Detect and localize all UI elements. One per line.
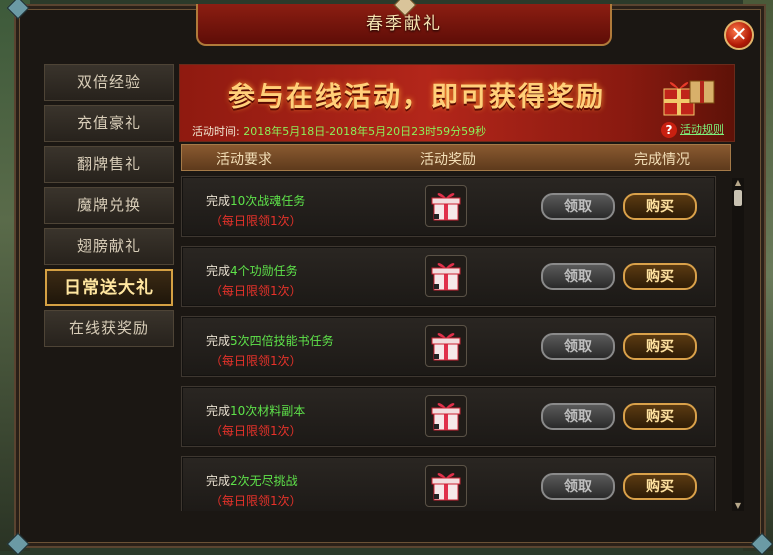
event-time-label: 活动时间: [192, 125, 240, 138]
task-prefix: 完成 [206, 194, 231, 208]
close-icon: ✕ [730, 22, 748, 46]
claim-button[interactable]: 领取 [541, 333, 615, 360]
task-prefix: 完成 [206, 334, 231, 348]
scroll-down-icon[interactable]: ▼ [732, 501, 744, 511]
col-reward: 活动奖励 [420, 152, 476, 168]
close-button[interactable]: ✕ [724, 20, 754, 50]
task-row: 完成2次无尽挑战 （每日限领1次） 领取 购买 [181, 456, 716, 511]
task-description: 完成10次战魂任务 [206, 192, 305, 209]
buy-button[interactable]: 购买 [623, 403, 697, 430]
reward-slot[interactable] [425, 465, 467, 507]
sidebar-item-daily-gift[interactable]: 日常送大礼 [45, 269, 173, 306]
event-time: 活动时间: 2018年5月18日-2018年5月20日23时59分59秒 [192, 123, 486, 139]
sidebar-item-label: 在线获奖励 [68, 319, 149, 337]
sidebar-item-wing-gift[interactable]: 翅膀献礼 [44, 228, 174, 265]
title-bar: 春季献礼 [196, 0, 612, 46]
gift-boxes-icon [663, 80, 715, 116]
task-target: 5次四倍技能书任务 [230, 334, 334, 348]
question-icon: ? [661, 122, 677, 138]
rules-label: 活动规则 [680, 123, 724, 136]
task-target: 4个功勋任务 [230, 264, 298, 278]
sidebar-item-label: 魔牌兑换 [76, 196, 141, 214]
gift-box-icon [431, 473, 461, 501]
sidebar-item-double-exp[interactable]: 双倍经验 [44, 64, 174, 101]
sidebar-item-label: 翻牌售礼 [76, 155, 141, 173]
task-limit: （每日限领1次） [210, 354, 302, 368]
reward-slot[interactable] [425, 325, 467, 367]
task-description: 完成10次材料副本 [206, 402, 305, 419]
reward-slot[interactable] [425, 185, 467, 227]
sidebar-item-online-reward[interactable]: 在线获奖励 [44, 310, 174, 347]
task-description: 完成2次无尽挑战 [206, 472, 298, 489]
task-target: 10次材料副本 [230, 404, 306, 418]
rules-link[interactable]: ? 活动规则 [661, 121, 724, 138]
task-prefix: 完成 [206, 404, 231, 418]
gift-box-icon [431, 403, 461, 431]
task-limit: （每日限领1次） [210, 494, 302, 508]
task-row: 完成5次四倍技能书任务 （每日限领1次） 领取 购买 [181, 316, 716, 377]
reward-slot[interactable] [425, 395, 467, 437]
sidebar-item-label: 日常送大礼 [64, 278, 154, 298]
task-description: 完成4个功勋任务 [206, 262, 298, 279]
scroll-thumb[interactable] [734, 190, 742, 206]
task-row: 完成4个功勋任务 （每日限领1次） 领取 购买 [181, 246, 716, 307]
sidebar-item-label: 双倍经验 [76, 73, 141, 91]
task-row: 完成10次材料副本 （每日限领1次） 领取 购买 [181, 386, 716, 447]
gift-box-icon [431, 193, 461, 221]
event-banner: 参与在线活动，即可获得奖励 活动时间: 2018年5月18日-2018年5月20… [179, 64, 735, 142]
task-limit: （每日限领1次） [210, 214, 302, 228]
task-description: 完成5次四倍技能书任务 [206, 332, 334, 349]
claim-button[interactable]: 领取 [541, 403, 615, 430]
reward-slot[interactable] [425, 255, 467, 297]
buy-button[interactable]: 购买 [623, 193, 697, 220]
task-target: 10次战魂任务 [230, 194, 306, 208]
claim-button[interactable]: 领取 [541, 473, 615, 500]
event-time-value: 2018年5月18日-2018年5月20日23时59分59秒 [243, 125, 487, 138]
buy-button[interactable]: 购买 [623, 333, 697, 360]
event-window: 春季献礼 ✕ 双倍经验 充值豪礼 翻牌售礼 魔牌兑换 翅膀献礼 日常送大礼 在线… [6, 0, 773, 555]
task-limit: （每日限领1次） [210, 284, 302, 298]
scroll-up-icon[interactable]: ▲ [732, 178, 744, 188]
task-row: 完成10次战魂任务 （每日限领1次） 领取 购买 [181, 176, 716, 237]
task-list: 完成10次战魂任务 （每日限领1次） 领取 购买 完成4个功勋任务 （每日限领1… [181, 176, 719, 511]
task-prefix: 完成 [206, 474, 231, 488]
buy-button[interactable]: 购买 [623, 263, 697, 290]
sidebar-item-card-flip[interactable]: 翻牌售礼 [44, 146, 174, 183]
sidebar: 双倍经验 充值豪礼 翻牌售礼 魔牌兑换 翅膀献礼 日常送大礼 在线获奖励 [44, 64, 174, 351]
banner-headline: 参与在线活动，即可获得奖励 [228, 82, 605, 113]
claim-button[interactable]: 领取 [541, 193, 615, 220]
list-scrollbar[interactable]: ▲ ▼ [732, 178, 744, 511]
task-prefix: 完成 [206, 264, 231, 278]
sidebar-item-magic-card[interactable]: 魔牌兑换 [44, 187, 174, 224]
task-target: 2次无尽挑战 [230, 474, 298, 488]
sidebar-item-label: 充值豪礼 [76, 114, 141, 132]
table-header: 活动要求 活动奖励 完成情况 [181, 144, 731, 171]
gift-box-icon [431, 263, 461, 291]
claim-button[interactable]: 领取 [541, 263, 615, 290]
col-requirement: 活动要求 [216, 152, 272, 168]
sidebar-item-label: 翅膀献礼 [76, 237, 141, 255]
sidebar-item-recharge-gift[interactable]: 充值豪礼 [44, 105, 174, 142]
buy-button[interactable]: 购买 [623, 473, 697, 500]
gift-box-icon [431, 333, 461, 361]
col-status: 完成情况 [634, 152, 690, 168]
task-limit: （每日限领1次） [210, 424, 302, 438]
